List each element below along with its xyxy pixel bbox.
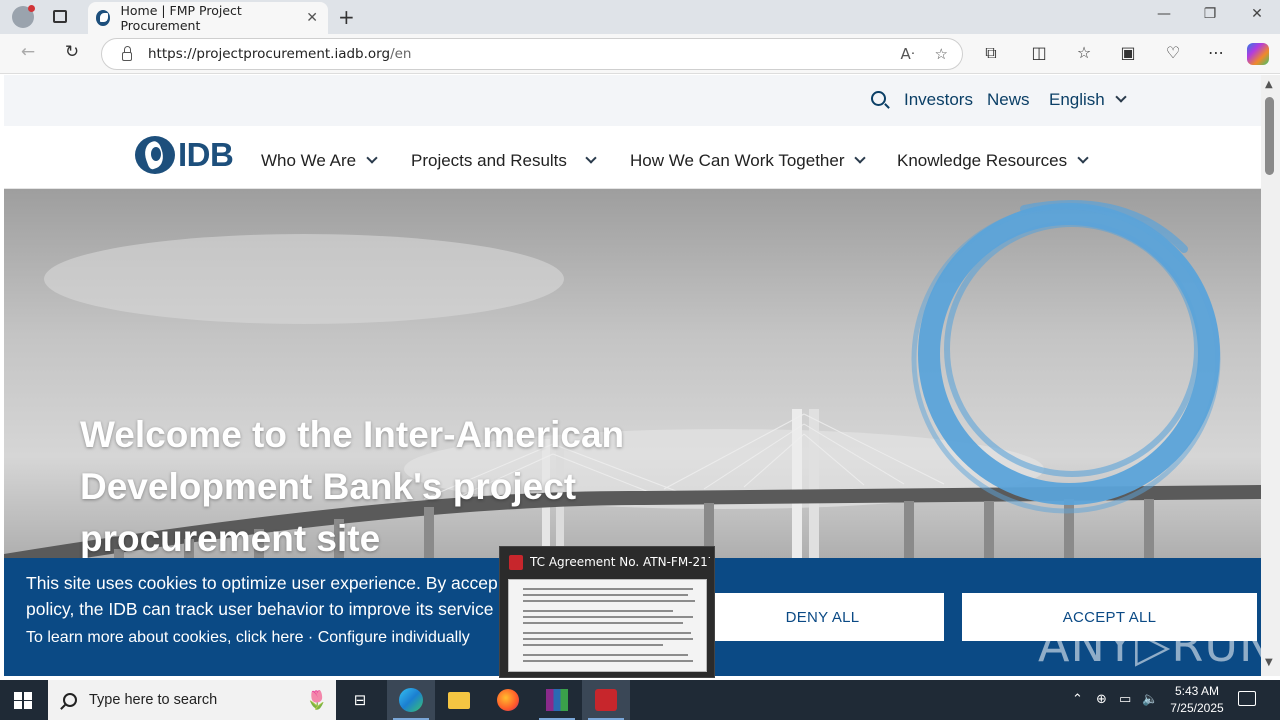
winrar-icon[interactable] xyxy=(533,680,581,720)
split-screen-icon[interactable]: ◫ xyxy=(1026,43,1052,62)
firefox-icon[interactable] xyxy=(484,680,532,720)
learn-more-cookies-link[interactable]: To learn more about cookies, click here xyxy=(26,629,303,646)
browser-toolbar: ← ↻ https://projectprocurement.iadb.org … xyxy=(0,34,1280,74)
deny-all-button[interactable]: DENY ALL xyxy=(701,593,944,641)
restore-button[interactable]: ❐ xyxy=(1187,6,1233,22)
nav-knowledge-resources[interactable]: Knowledge Resources xyxy=(897,151,1089,171)
pdf-icon xyxy=(509,555,523,570)
nav-who-we-are[interactable]: Who We Are xyxy=(261,151,378,171)
more-menu-icon[interactable]: ⋯ xyxy=(1203,43,1229,62)
nav-label: Who We Are xyxy=(261,151,357,170)
chevron-down-icon xyxy=(1077,152,1089,164)
chevron-down-icon xyxy=(366,152,378,164)
main-nav: IDB Who We Are Projects and Results How … xyxy=(4,126,1261,189)
network-icon[interactable]: ▭ xyxy=(1119,692,1131,707)
chevron-down-icon xyxy=(1115,91,1127,103)
back-arrow-icon[interactable]: ← xyxy=(14,42,42,62)
configure-individually-link[interactable]: Configure individually xyxy=(318,629,470,646)
tab-close-button[interactable]: ✕ xyxy=(306,10,318,26)
scroll-thumb[interactable] xyxy=(1265,97,1274,175)
clock-time: 5:43 AM xyxy=(1174,684,1220,698)
pdf-document-preview xyxy=(508,579,707,672)
url-path: /en xyxy=(390,46,412,62)
task-view-icon[interactable]: ⊟ xyxy=(336,680,384,720)
investors-link[interactable]: Investors xyxy=(904,90,973,110)
browser-tab-active[interactable]: Home | FMP Project Procurement ✕ xyxy=(88,2,328,34)
utility-nav: Investors News English xyxy=(4,75,1261,126)
scroll-down-arrow-icon[interactable]: ▼ xyxy=(1265,657,1273,668)
notification-center-icon[interactable] xyxy=(1238,691,1256,706)
edge-taskbar-icon[interactable] xyxy=(387,680,435,720)
browser-essentials-icon[interactable]: ♡ xyxy=(1160,43,1186,62)
nav-how-we-can-work-together[interactable]: How We Can Work Together xyxy=(630,151,867,171)
hero-title: Welcome to the Inter-American Developmen… xyxy=(80,414,625,559)
site-search-icon[interactable] xyxy=(871,91,886,106)
window-close-button[interactable]: ✕ xyxy=(1234,6,1280,22)
minimize-button[interactable]: — xyxy=(1141,6,1187,22)
volume-icon[interactable]: 🔈 xyxy=(1142,692,1158,707)
device-icon[interactable]: ⊕ xyxy=(1096,692,1107,707)
taskbar-window-preview[interactable]: TC Agreement No. ATN-FM-217... xyxy=(499,546,715,678)
taskbar-clock[interactable]: 5:43 AM 7/25/2025 xyxy=(1162,683,1232,717)
file-explorer-icon[interactable] xyxy=(435,680,483,720)
chevron-down-icon xyxy=(854,152,867,164)
chevron-down-icon xyxy=(585,152,597,164)
windows-start-icon[interactable] xyxy=(14,692,32,709)
idb-globe-icon xyxy=(135,136,175,174)
cookie-message-line1: This site uses cookies to optimize user … xyxy=(26,573,498,593)
cookie-message: This site uses cookies to optimize user … xyxy=(26,570,506,622)
link-separator: · xyxy=(303,629,318,646)
collections-icon[interactable]: ▣ xyxy=(1115,43,1141,62)
search-icon xyxy=(63,693,77,707)
logo-text: IDB xyxy=(178,136,234,173)
scroll-up-arrow-icon[interactable]: ▲ xyxy=(1265,79,1273,90)
nav-projects-and-results[interactable]: Projects and Results xyxy=(411,151,597,171)
acrobat-reader-icon[interactable] xyxy=(582,680,630,720)
browser-tab-bar: Home | FMP Project Procurement ✕ + — ❐ ✕ xyxy=(0,0,1280,34)
language-selector[interactable]: English xyxy=(1049,90,1127,110)
taskbar-search-box[interactable]: Type here to search 🌷 xyxy=(48,680,336,720)
favorite-star-icon[interactable]: ☆ xyxy=(935,45,948,63)
refresh-icon[interactable]: ↻ xyxy=(58,42,86,62)
anyrun-watermark: ANY▷RUN xyxy=(1038,618,1275,672)
nav-label: Knowledge Resources xyxy=(897,151,1068,170)
copilot-icon[interactable] xyxy=(1247,43,1269,65)
search-highlight-flowers-icon: 🌷 xyxy=(305,689,328,710)
taskbar-search-placeholder: Type here to search xyxy=(89,692,218,708)
new-tab-button[interactable]: + xyxy=(338,5,355,29)
nav-label: Projects and Results xyxy=(411,151,567,170)
profile-notification-dot xyxy=(28,5,35,12)
news-link[interactable]: News xyxy=(987,90,1030,110)
show-hidden-icons-icon[interactable]: ⌃ xyxy=(1072,692,1083,707)
address-bar[interactable]: https://projectprocurement.iadb.org /en … xyxy=(101,38,963,70)
cookie-links: To learn more about cookies, click here … xyxy=(26,629,470,647)
url-host: https://projectprocurement.iadb.org xyxy=(148,46,391,62)
nav-label: How We Can Work Together xyxy=(630,151,845,170)
tab-title: Home | FMP Project Procurement xyxy=(120,3,242,33)
lock-icon[interactable] xyxy=(122,45,132,61)
clock-date: 7/25/2025 xyxy=(1170,701,1224,715)
language-label: English xyxy=(1049,90,1105,109)
tab-actions-icon[interactable] xyxy=(53,10,67,23)
idb-logo[interactable]: IDB xyxy=(135,136,234,174)
idb-favicon-icon xyxy=(96,10,111,26)
windows-taskbar: Type here to search 🌷 ⊟ ⌃ ⊕ ▭ 🔈 5:43 AM … xyxy=(0,680,1280,720)
read-aloud-icon[interactable]: Aᐧ xyxy=(900,45,914,63)
page-scrollbar[interactable]: ▲ ▼ xyxy=(1261,75,1280,676)
preview-title: TC Agreement No. ATN-FM-217... xyxy=(530,555,710,569)
cookie-message-line2: policy, the IDB can track user behavior … xyxy=(26,599,494,619)
extensions-icon[interactable]: ⧉ xyxy=(978,43,1004,63)
favorites-icon[interactable]: ☆ xyxy=(1071,43,1097,62)
